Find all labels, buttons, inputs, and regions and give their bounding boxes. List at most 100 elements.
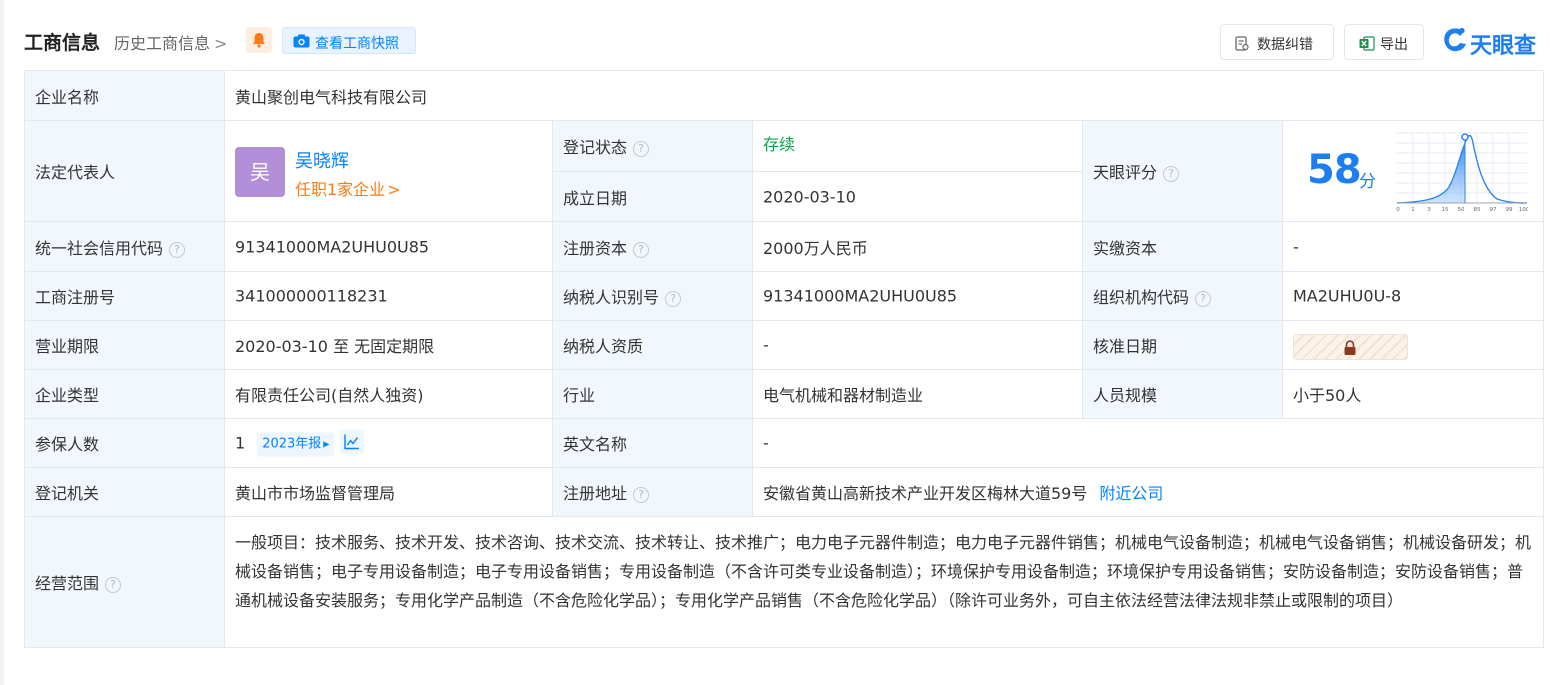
nearby-companies-link[interactable]: 附近公司 bbox=[1099, 484, 1163, 503]
history-link-label[interactable]: 历史工商信息 bbox=[114, 34, 210, 53]
axis-tick: 1 bbox=[1411, 207, 1415, 213]
value-industry: 电气机械和器材制造业 bbox=[753, 370, 1083, 419]
camera-icon bbox=[293, 34, 310, 48]
label-english-name: 英文名称 bbox=[553, 419, 753, 468]
snapshot-button-label[interactable]: 查看工商快照 bbox=[315, 33, 399, 53]
label-text: 登记机关 bbox=[35, 484, 100, 503]
locked-value[interactable] bbox=[1293, 334, 1408, 360]
reg-authority-text: 黄山市市场监督管理局 bbox=[235, 484, 396, 503]
value-reg-status: 存续 bbox=[753, 121, 1083, 172]
help-icon[interactable]: ? bbox=[1195, 291, 1212, 307]
label-text: 注册地址 bbox=[563, 484, 628, 503]
export-label[interactable]: 导出 bbox=[1380, 34, 1408, 54]
label-reg-authority: 登记机关 bbox=[25, 468, 225, 517]
business-info-table: 企业名称 黄山聚创电气科技有限公司 法定代表人 吴 吴晓辉 任职1家企业 > 登记… bbox=[24, 70, 1544, 648]
value-taxpayer-qual: - bbox=[753, 321, 1083, 370]
help-icon[interactable]: ? bbox=[633, 141, 650, 157]
business-term-text: 2020-03-10 至 无固定期限 bbox=[235, 337, 435, 356]
label-text: 营业期限 bbox=[35, 337, 100, 356]
help-icon[interactable]: ? bbox=[1163, 166, 1180, 182]
taxpayer-qual-text: - bbox=[763, 335, 769, 355]
help-icon[interactable]: ? bbox=[169, 241, 186, 258]
label-text: 天眼评分 bbox=[1093, 163, 1158, 182]
reg-capital-text: 2000万人民币 bbox=[763, 238, 868, 258]
label-taxpayer-id: 纳税人识别号? bbox=[553, 272, 753, 321]
export-button[interactable]: 导出 bbox=[1344, 24, 1424, 60]
english-name-text: - bbox=[763, 433, 769, 453]
axis-ticks: 0 1 3 15 50 85 97 99 100 bbox=[1396, 207, 1528, 213]
label-staff-size: 人员规模 bbox=[1083, 370, 1283, 419]
trend-chart-icon bbox=[344, 434, 360, 450]
logo-text: 天眼查 bbox=[1470, 34, 1537, 59]
annual-report-tag[interactable]: 2023年报 ▶ bbox=[257, 432, 335, 457]
value-found-date: 2020-03-10 bbox=[753, 172, 1083, 222]
positions-text[interactable]: 任职1家企业 bbox=[295, 180, 385, 199]
insured-count: 1 bbox=[235, 433, 246, 453]
label-text: 经营范围 bbox=[35, 574, 100, 593]
industry-text: 电气机械和器材制造业 bbox=[763, 386, 924, 405]
axis-tick: 0 bbox=[1396, 207, 1400, 213]
label-company-type: 企业类型 bbox=[25, 370, 225, 419]
excel-icon bbox=[1359, 36, 1375, 51]
trend-chart-button[interactable] bbox=[340, 429, 365, 454]
value-business-term: 2020-03-10 至 无固定期限 bbox=[225, 321, 553, 370]
value-approval-date bbox=[1283, 321, 1544, 370]
label-text: 实缴资本 bbox=[1093, 238, 1158, 258]
label-text: 纳税人资质 bbox=[563, 337, 644, 356]
label-tianyan-score: 天眼评分? bbox=[1083, 121, 1283, 222]
bell-button[interactable] bbox=[246, 27, 272, 53]
help-icon[interactable]: ? bbox=[105, 577, 122, 593]
section-title: 工商信息 bbox=[24, 32, 101, 54]
chevron-right-icon: > bbox=[214, 34, 228, 53]
company-name-text: 黄山聚创电气科技有限公司 bbox=[235, 87, 428, 107]
label-reg-capital: 注册资本? bbox=[553, 222, 753, 272]
history-link[interactable]: 历史工商信息 > bbox=[114, 30, 227, 54]
data-correction-label[interactable]: 数据纠错 bbox=[1257, 34, 1313, 54]
label-industry: 行业 bbox=[553, 370, 753, 419]
label-text: 统一社会信用代码 bbox=[35, 238, 164, 258]
found-date-text: 2020-03-10 bbox=[763, 187, 856, 206]
value-reg-number: 341000000118231 bbox=[225, 272, 553, 321]
chevron-right-icon: > bbox=[387, 180, 401, 199]
label-legal-rep: 法定代表人 bbox=[25, 121, 225, 222]
data-correction-button[interactable]: 数据纠错 bbox=[1220, 24, 1334, 60]
label-text: 工商注册号 bbox=[35, 288, 116, 307]
label-business-term: 营业期限 bbox=[25, 321, 225, 370]
reg-number-text: 341000000118231 bbox=[235, 286, 388, 306]
label-text: 人员规模 bbox=[1093, 386, 1158, 405]
avatar[interactable]: 吴 bbox=[235, 147, 285, 197]
company-type-text: 有限责任公司(自然人独资) bbox=[235, 386, 424, 405]
document-edit-icon bbox=[1235, 36, 1249, 51]
axis-tick: 99 bbox=[1506, 207, 1513, 213]
value-credit-code: 91341000MA2UHU0U85 bbox=[225, 222, 553, 272]
score-unit: 分 bbox=[1359, 172, 1376, 192]
caret-right-icon: ▶ bbox=[323, 439, 330, 449]
label-credit-code: 统一社会信用代码? bbox=[25, 222, 225, 272]
credit-code-text: 91341000MA2UHU0U85 bbox=[235, 237, 430, 256]
label-text: 成立日期 bbox=[563, 188, 628, 208]
value-staff-size: 小于50人 bbox=[1283, 370, 1544, 419]
value-org-code: MA2UHU0U-8 bbox=[1283, 272, 1544, 321]
axis-tick: 85 bbox=[1474, 207, 1481, 213]
label-text: 企业名称 bbox=[35, 87, 100, 107]
value-tianyan-score[interactable]: 58 分 0 1 3 15 50 85 97 99 100 bbox=[1283, 121, 1544, 222]
annual-report-label[interactable]: 2023年报 bbox=[262, 437, 321, 452]
label-text: 登记状态 bbox=[563, 138, 628, 157]
legal-rep-name-link[interactable]: 吴晓辉 bbox=[295, 147, 349, 173]
value-reg-capital: 2000万人民币 bbox=[753, 222, 1083, 272]
value-reg-authority: 黄山市市场监督管理局 bbox=[225, 468, 553, 517]
label-taxpayer-qual: 纳税人资质 bbox=[553, 321, 753, 370]
label-company-name: 企业名称 bbox=[25, 71, 225, 121]
left-edge bbox=[0, 0, 4, 685]
label-text: 组织机构代码 bbox=[1093, 288, 1190, 307]
label-text: 行业 bbox=[563, 386, 596, 405]
axis-tick: 97 bbox=[1490, 207, 1497, 213]
snapshot-button[interactable]: 查看工商快照 bbox=[282, 27, 416, 54]
label-text: 企业类型 bbox=[35, 386, 100, 405]
label-insured: 参保人数 bbox=[25, 419, 225, 468]
help-icon[interactable]: ? bbox=[633, 241, 650, 258]
help-icon[interactable]: ? bbox=[665, 291, 682, 307]
legal-rep-positions-link[interactable]: 任职1家企业 > bbox=[295, 176, 401, 200]
help-icon[interactable]: ? bbox=[633, 487, 650, 503]
label-org-code: 组织机构代码? bbox=[1083, 272, 1283, 321]
